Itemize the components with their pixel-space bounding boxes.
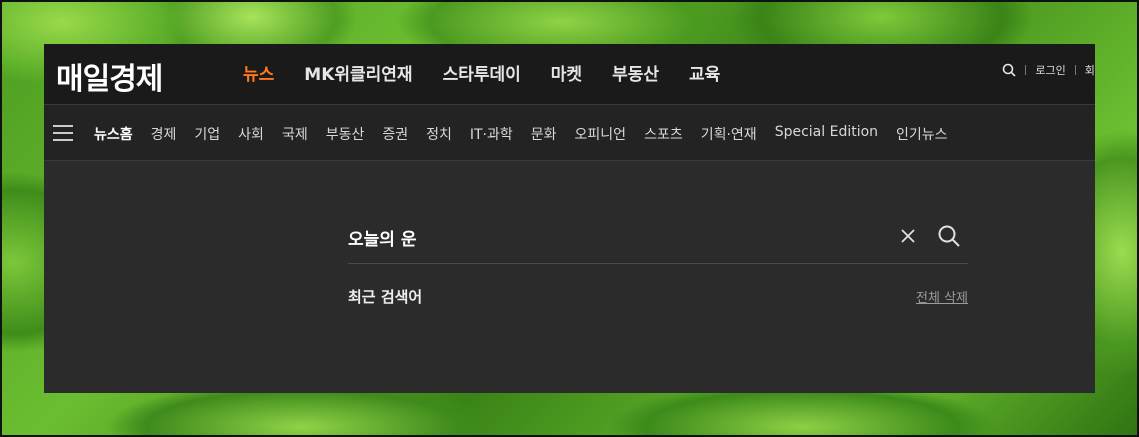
category-features[interactable]: 기획·연재 — [701, 124, 757, 144]
category-news-home[interactable]: 뉴스홈 — [94, 124, 133, 144]
category-popular-news[interactable]: 인기뉴스 — [896, 124, 948, 144]
utility-links: 로그인 회원 — [1002, 62, 1095, 78]
category-opinion[interactable]: 오피니언 — [575, 124, 627, 144]
top-nav-star-today[interactable]: 스타투데이 — [443, 60, 521, 85]
search-icon[interactable] — [1002, 63, 1016, 77]
site-logo[interactable]: 매일경제 — [56, 54, 163, 98]
search-input[interactable] — [348, 222, 868, 252]
category-bar: 뉴스홈 경제 기업 사회 국제 부동산 증권 정치 IT·과학 문화 오피니언 … — [44, 105, 1095, 161]
hamburger-icon[interactable] — [53, 125, 73, 141]
top-nav-mk-weekly[interactable]: MK위클리연재 — [304, 60, 412, 85]
category-nav: 뉴스홈 경제 기업 사회 국제 부동산 증권 정치 IT·과학 문화 오피니언 … — [94, 124, 966, 144]
category-economy[interactable]: 경제 — [151, 124, 177, 144]
recent-searches-title: 최근 검색어 — [348, 288, 423, 306]
search-icon[interactable] — [937, 224, 961, 252]
category-society[interactable]: 사회 — [238, 124, 264, 144]
category-international[interactable]: 국제 — [282, 124, 308, 144]
search-panel: 최근 검색어 전체 삭제 — [348, 214, 968, 324]
top-nav-news[interactable]: 뉴스 — [243, 60, 274, 85]
category-politics[interactable]: 정치 — [426, 124, 452, 144]
top-nav: 뉴스 MK위클리연재 스타투데이 마켓 부동산 교육 — [243, 60, 750, 85]
top-nav-market[interactable]: 마켓 — [551, 60, 582, 85]
category-special-edition[interactable]: Special Edition — [775, 124, 878, 144]
category-sports[interactable]: 스포츠 — [644, 124, 683, 144]
recent-searches: 최근 검색어 전체 삭제 — [348, 284, 968, 324]
login-link[interactable]: 로그인 — [1035, 62, 1065, 78]
category-culture[interactable]: 문화 — [531, 124, 557, 144]
top-nav-education[interactable]: 교육 — [689, 60, 720, 85]
search-bar — [348, 214, 968, 264]
category-real-estate[interactable]: 부동산 — [326, 124, 365, 144]
site-header-panel: 매일경제 뉴스 MK위클리연재 스타투데이 마켓 부동산 교육 로그인 회원 뉴… — [44, 44, 1095, 393]
top-nav-real-estate[interactable]: 부동산 — [612, 60, 659, 85]
top-bar: 매일경제 뉴스 MK위클리연재 스타투데이 마켓 부동산 교육 로그인 회원 — [44, 44, 1095, 105]
delete-all-button[interactable]: 전체 삭제 — [916, 287, 968, 306]
signup-link[interactable]: 회원 — [1085, 62, 1095, 78]
close-icon[interactable] — [900, 228, 916, 248]
category-it-science[interactable]: IT·과학 — [470, 124, 513, 144]
category-securities[interactable]: 증권 — [382, 124, 408, 144]
divider — [1074, 65, 1076, 75]
divider — [1025, 65, 1027, 75]
category-business[interactable]: 기업 — [194, 124, 220, 144]
